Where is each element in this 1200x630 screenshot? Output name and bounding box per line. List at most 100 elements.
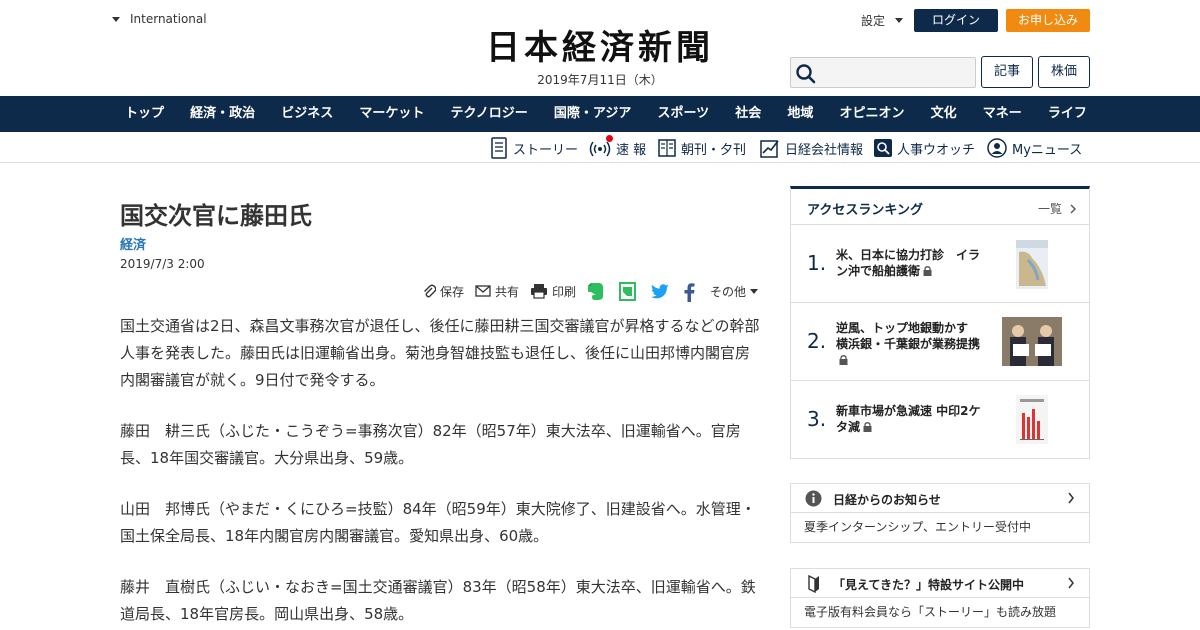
nav-item-money[interactable]: マネー bbox=[983, 96, 1022, 132]
article-thumbnail bbox=[1016, 240, 1048, 289]
twitter-icon[interactable] bbox=[650, 284, 670, 300]
ranking-more-label: 一覧 bbox=[1038, 202, 1063, 216]
main-nav: トップ 経済・政治 ビジネス マーケット テクノロジー 国際・アジア スポーツ … bbox=[0, 96, 1200, 132]
newspaper-icon bbox=[658, 139, 676, 157]
apply-button[interactable]: お申し込み bbox=[1006, 9, 1090, 32]
nav-item-business[interactable]: ビジネス bbox=[281, 96, 333, 132]
save-label: 保存 bbox=[440, 284, 465, 299]
article-paragraph: 藤井 直樹氏（ふじい・なおき=国土交通審議官）83年（昭58年）東大法卒、旧運輸… bbox=[120, 578, 756, 623]
article-paragraph: 国土交通省は2日、森昌文事務次官が退任し、後任に藤田耕三国交審議官が昇格するなど… bbox=[120, 317, 760, 389]
share-tool[interactable]: 共有 bbox=[475, 280, 519, 302]
subnav-mynews[interactable]: Myニュース bbox=[987, 136, 1082, 160]
other-label: その他 bbox=[710, 284, 747, 299]
site-logo[interactable]: 日本経済新聞 bbox=[452, 26, 748, 70]
nav-item-sports[interactable]: スポーツ bbox=[657, 96, 709, 132]
access-ranking: アクセスランキング 一覧 1. 米、日本に協力打診 イラン沖で船舶護衛 2. 逆… bbox=[790, 186, 1090, 459]
magnifier-icon bbox=[874, 139, 892, 157]
new-indicator-dot bbox=[606, 135, 613, 142]
rank-number: 2. bbox=[807, 329, 827, 353]
facebook-icon[interactable] bbox=[684, 283, 695, 302]
paperclip-icon bbox=[424, 284, 436, 298]
sub-nav: ストーリー 速 報 朝刊・夕刊 日経会社情報 人事ウオッチ Myニュース bbox=[0, 132, 1200, 163]
articles-button[interactable]: 記事 bbox=[981, 56, 1033, 88]
article-title: 国交次官に藤田氏 bbox=[120, 202, 312, 230]
stocks-button[interactable]: 株価 bbox=[1038, 56, 1090, 88]
ranking-title: アクセスランキング bbox=[807, 203, 923, 218]
article-thumbnail bbox=[1016, 395, 1048, 444]
caret-down-icon bbox=[112, 16, 120, 22]
edition-selector[interactable]: International bbox=[112, 12, 207, 26]
nav-item-international[interactable]: 国際・アジア bbox=[554, 96, 631, 132]
ranking-item[interactable]: 2. 逆風、トップ地銀動かす 横浜銀・千葉銀が業務提携 bbox=[791, 303, 1089, 381]
nav-item-economy-politics[interactable]: 経済・政治 bbox=[190, 96, 255, 132]
subnav-company[interactable]: 日経会社情報 bbox=[760, 136, 863, 160]
subnav-paper-label: 朝刊・夕刊 bbox=[681, 142, 747, 158]
ranking-item-title: 米、日本に協力打診 イラン沖で船舶護衛 bbox=[836, 247, 986, 279]
nav-item-top[interactable]: トップ bbox=[125, 96, 164, 132]
info-icon bbox=[805, 490, 822, 507]
campaign-notice[interactable]: 「見えてきた？」特設サイト公開中 電子版有料会員なら「ストーリー」も読み放題 bbox=[790, 568, 1090, 628]
ranking-item-title: 逆風、トップ地銀動かす 横浜銀・千葉銀が業務提携 bbox=[836, 320, 986, 368]
article-paragraph: 藤田 耕三氏（ふじた・こうぞう=事務次官）82年（昭57年）東大法卒、旧運輸省へ… bbox=[120, 422, 741, 467]
chevron-right-icon bbox=[1068, 492, 1074, 504]
ranking-item-text: 逆風、トップ地銀動かす 横浜銀・千葉銀が業務提携 bbox=[836, 321, 981, 351]
article-category[interactable]: 経済 bbox=[120, 234, 146, 253]
lock-icon bbox=[839, 355, 848, 365]
article-paragraph: 山田 邦博氏（やまだ・くにひろ=技監）84年（昭59年）東大院修了、旧建設省へ。… bbox=[120, 500, 756, 545]
ranking-item-text: 米、日本に協力打診 イラン沖で船舶護衛 bbox=[836, 248, 981, 278]
lock-icon bbox=[863, 422, 872, 432]
print-tool[interactable]: 印刷 bbox=[530, 280, 576, 302]
nav-item-market[interactable]: マーケット bbox=[359, 96, 424, 132]
other-tools-menu[interactable]: その他 bbox=[710, 280, 759, 302]
notice-header: 「見えてきた？」特設サイト公開中 bbox=[791, 569, 1089, 598]
header-date: 2019年7月11日（木） bbox=[537, 73, 663, 87]
subnav-mynews-label: Myニュース bbox=[1012, 142, 1083, 158]
rank-number: 1. bbox=[807, 251, 827, 275]
subnav-personnel-label: 人事ウオッチ bbox=[897, 142, 976, 158]
lock-icon bbox=[923, 266, 932, 276]
subnav-breaking[interactable]: 速 報 bbox=[589, 135, 647, 160]
printer-icon bbox=[531, 284, 547, 299]
article-body: 国土交通省は2日、森昌文事務次官が退任し、後任に藤田耕三国交審議官が昇格するなど… bbox=[120, 313, 760, 630]
ranking-item-title: 新車市場が急減速 中印2ケタ減 bbox=[836, 403, 986, 435]
nav-item-life[interactable]: ライフ bbox=[1048, 96, 1087, 132]
caret-down-icon bbox=[895, 18, 904, 23]
search-input[interactable] bbox=[821, 60, 971, 85]
ranking-item[interactable]: 1. 米、日本に協力打診 イラン沖で船舶護衛 bbox=[791, 225, 1089, 303]
subnav-story-label: ストーリー bbox=[513, 142, 579, 158]
save-tool[interactable]: 保存 bbox=[422, 280, 464, 302]
chevron-right-icon bbox=[1068, 577, 1074, 589]
search-icon[interactable] bbox=[795, 63, 817, 85]
evernote-icon[interactable] bbox=[587, 282, 604, 301]
subnav-paper[interactable]: 朝刊・夕刊 bbox=[658, 136, 746, 160]
nikkei-notice[interactable]: 日経からのお知らせ 夏季インターンシップ、エントリー受付中 bbox=[790, 483, 1090, 543]
settings-label: 設定 bbox=[861, 14, 886, 28]
chevron-right-icon bbox=[1070, 204, 1076, 214]
subnav-breaking-label: 速 報 bbox=[616, 142, 647, 158]
nav-item-society[interactable]: 社会 bbox=[735, 96, 761, 132]
document-icon bbox=[491, 137, 507, 159]
nav-item-region[interactable]: 地域 bbox=[787, 96, 813, 132]
settings-menu[interactable]: 設定 bbox=[861, 12, 904, 29]
caret-down-icon bbox=[750, 288, 759, 294]
nav-item-technology[interactable]: テクノロジー bbox=[451, 96, 528, 132]
bookmark-note-icon[interactable] bbox=[619, 282, 636, 301]
ranking-item-text: 新車市場が急減速 中印2ケタ減 bbox=[836, 404, 981, 434]
notice-title: 日経からのお知らせ bbox=[833, 493, 941, 507]
article-thumbnail bbox=[1002, 317, 1062, 366]
ranking-item[interactable]: 3. 新車市場が急減速 中印2ケタ減 bbox=[791, 381, 1089, 459]
print-label: 印刷 bbox=[552, 284, 577, 299]
mail-icon bbox=[475, 285, 491, 297]
subnav-story[interactable]: ストーリー bbox=[490, 136, 578, 160]
chart-icon bbox=[760, 140, 779, 158]
login-button[interactable]: ログイン bbox=[914, 9, 998, 32]
nav-item-opinion[interactable]: オピニオン bbox=[840, 96, 905, 132]
subnav-personnel[interactable]: 人事ウオッチ bbox=[874, 136, 975, 160]
nav-item-culture[interactable]: 文化 bbox=[931, 96, 957, 132]
ranking-more-link[interactable]: 一覧 bbox=[1038, 200, 1077, 217]
notice-header: 日経からのお知らせ bbox=[791, 484, 1089, 513]
notice-body[interactable]: 電子版有料会員なら「ストーリー」も読み放題 bbox=[791, 598, 1089, 627]
notice-body[interactable]: 夏季インターンシップ、エントリー受付中 bbox=[791, 513, 1089, 542]
edition-label: International bbox=[130, 12, 207, 26]
search-box[interactable] bbox=[790, 57, 976, 88]
